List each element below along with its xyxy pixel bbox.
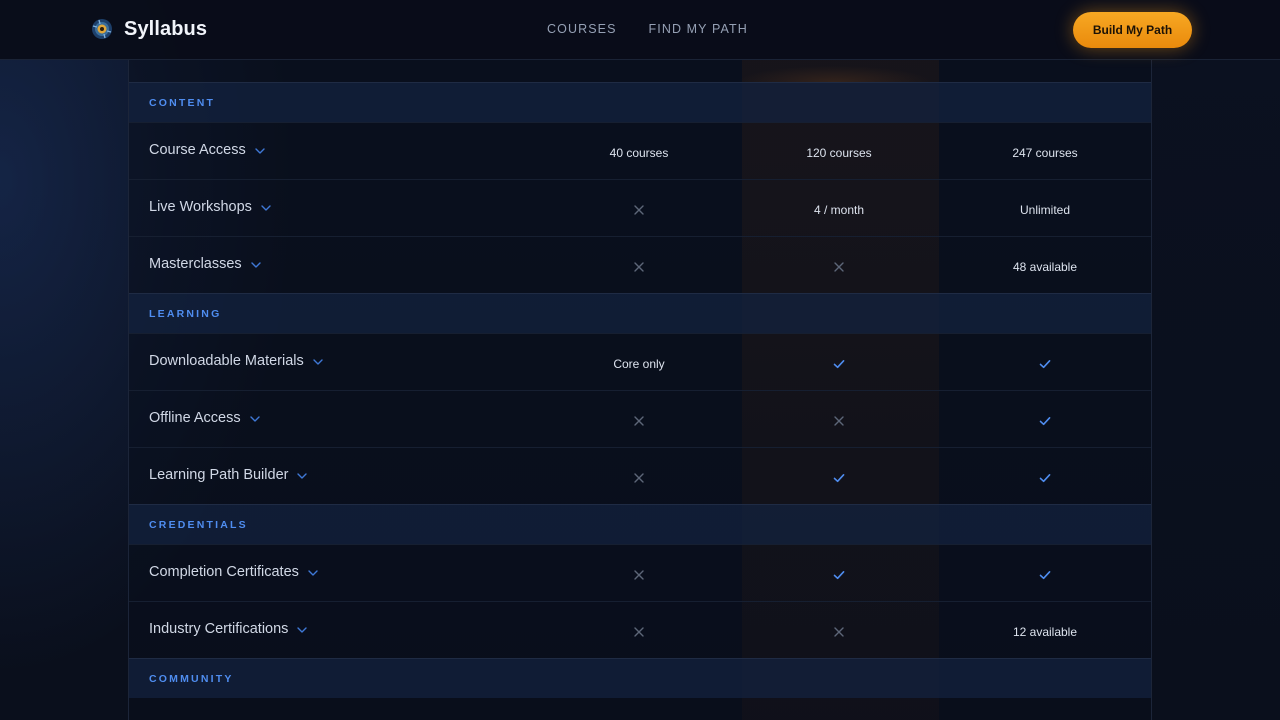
plan-value: 40 courses bbox=[609, 145, 669, 160]
plan-value: 12 available bbox=[1012, 624, 1078, 639]
table-row-live-workshops: Live Workshops 4 / month Unlimited bbox=[129, 179, 1151, 236]
check-icon bbox=[965, 448, 1125, 505]
x-icon bbox=[559, 602, 719, 659]
feature-toggle[interactable]: Industry Certifications bbox=[149, 621, 308, 637]
section-title: LEARNING bbox=[149, 307, 222, 320]
feature-toggle[interactable]: Masterclasses bbox=[149, 256, 261, 272]
feature-label: Downloadable Materials bbox=[149, 353, 304, 369]
plan-value: Unlimited bbox=[1019, 202, 1070, 217]
check-icon bbox=[965, 545, 1125, 602]
x-icon bbox=[759, 237, 919, 294]
featured-plan-column-glow bbox=[729, 60, 939, 82]
feature-label: Course Access bbox=[149, 142, 246, 158]
chevron-down-icon[interactable] bbox=[297, 626, 308, 633]
check-icon bbox=[759, 334, 919, 391]
check-icon bbox=[965, 391, 1125, 448]
x-icon bbox=[559, 391, 719, 448]
section-header-learning: LEARNING bbox=[129, 293, 1151, 333]
feature-toggle[interactable]: Offline Access bbox=[149, 410, 260, 426]
table-row-industry-certifications: Industry Certifications 12 available bbox=[129, 601, 1151, 658]
feature-label: Masterclasses bbox=[149, 256, 242, 272]
feature-toggle[interactable]: Downloadable Materials bbox=[149, 353, 323, 369]
plan-value: 120 courses bbox=[806, 145, 872, 160]
table-row-learning-path-builder: Learning Path Builder bbox=[129, 447, 1151, 504]
check-icon bbox=[965, 334, 1125, 391]
section-header-content: CONTENT bbox=[129, 82, 1151, 122]
check-icon bbox=[759, 448, 919, 505]
table-row-downloadable-materials: Downloadable Materials Core only bbox=[129, 333, 1151, 390]
feature-label: Live Workshops bbox=[149, 199, 252, 215]
build-my-path-button[interactable]: Build My Path bbox=[1073, 12, 1192, 48]
chevron-down-icon[interactable] bbox=[250, 261, 261, 268]
x-icon bbox=[559, 237, 719, 294]
feature-toggle[interactable]: Course Access bbox=[149, 142, 265, 158]
chevron-down-icon[interactable] bbox=[308, 569, 318, 576]
plan-value: 48 available bbox=[1012, 259, 1078, 274]
feature-comparison-table: CONTENT Course Access 40 courses 120 course… bbox=[128, 60, 1152, 720]
chevron-down-icon[interactable] bbox=[297, 472, 308, 479]
plan-value: 4 / month bbox=[813, 202, 865, 217]
feature-toggle[interactable]: Live Workshops bbox=[149, 199, 271, 215]
table-row-course-access: Course Access 40 courses 120 courses 247 co… bbox=[129, 122, 1151, 179]
top-navigation-bar: Syllabus COURSES FIND MY PATH Build My P… bbox=[0, 0, 1280, 60]
x-icon bbox=[759, 391, 919, 448]
feature-label: Offline Access bbox=[149, 410, 241, 426]
feature-label: Completion Certificates bbox=[149, 564, 299, 580]
chevron-down-icon[interactable] bbox=[249, 415, 260, 422]
feature-label: Learning Path Builder bbox=[149, 467, 289, 483]
plan-value: 247 courses bbox=[1012, 145, 1078, 160]
brand-name: Syllabus bbox=[124, 17, 208, 40]
table-row-masterclasses: Masterclasses 48 available bbox=[129, 236, 1151, 293]
feature-toggle[interactable]: Completion Certificates bbox=[149, 564, 318, 580]
table-row-completion-certificates: Completion Certificates bbox=[129, 544, 1151, 601]
table-row-offline-access: Offline Access bbox=[129, 390, 1151, 447]
chevron-down-icon[interactable] bbox=[313, 358, 323, 365]
chevron-down-icon[interactable] bbox=[255, 147, 265, 154]
brand[interactable]: Syllabus bbox=[90, 17, 207, 41]
feature-label: Industry Certifications bbox=[149, 621, 289, 637]
section-title: CREDENTIALS bbox=[149, 518, 248, 531]
comparison-rows: CONTENT Course Access 40 courses 120 course… bbox=[129, 82, 1151, 698]
main-nav: COURSES FIND MY PATH bbox=[547, 22, 748, 36]
check-icon bbox=[759, 545, 919, 602]
section-title: CONTENT bbox=[149, 96, 216, 109]
section-title: COMMUNITY bbox=[149, 672, 234, 685]
x-icon bbox=[559, 448, 719, 505]
x-icon bbox=[759, 602, 919, 659]
nav-courses[interactable]: COURSES bbox=[547, 22, 617, 36]
plan-value: Core only bbox=[613, 356, 665, 371]
x-icon bbox=[559, 180, 719, 237]
section-header-credentials: CREDENTIALS bbox=[129, 504, 1151, 544]
section-header-community: COMMUNITY bbox=[129, 658, 1151, 698]
feature-toggle[interactable]: Learning Path Builder bbox=[149, 467, 308, 483]
chevron-down-icon[interactable] bbox=[261, 204, 271, 211]
nav-find-my-path[interactable]: FIND MY PATH bbox=[649, 22, 748, 36]
brand-logo-icon bbox=[92, 19, 112, 39]
x-icon bbox=[559, 545, 719, 602]
